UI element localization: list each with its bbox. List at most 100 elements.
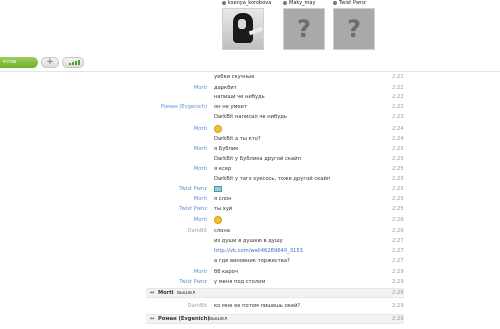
chat-message: Twist Pwnz 2:25 xyxy=(0,186,500,194)
message-text: DarkBit у Бублика другой скайп xyxy=(214,156,301,162)
unknown-avatar-icon: ? xyxy=(297,15,311,43)
message-time: 2:24 xyxy=(392,126,404,132)
avatar[interactable]: ? xyxy=(333,8,375,50)
status-icon xyxy=(283,0,287,5)
contact-name: Twist Pwnz xyxy=(333,0,393,7)
message-text: уебки скучные xyxy=(214,74,255,80)
signal-bars-icon xyxy=(78,60,80,65)
chat-message: Twist Pwnz у меня под столом 2:29 xyxy=(0,279,500,287)
event-action: вышел xyxy=(209,316,228,322)
leave-arrow-icon: ↔ xyxy=(150,290,155,296)
chat-message: напиши че нибудь 2:22 xyxy=(0,94,500,102)
message-text: я Бублик xyxy=(214,146,239,152)
event-time: 2:29 xyxy=(392,316,404,322)
message-sender[interactable]: Morti xyxy=(194,126,207,132)
message-text: ты хуй xyxy=(214,206,233,212)
message-text: я ксер xyxy=(214,166,232,172)
unknown-avatar-icon: ? xyxy=(347,15,361,43)
chat-message: Morti 2:26 xyxy=(0,216,500,225)
message-sender[interactable]: Morti xyxy=(194,196,207,202)
message-text: DarkBit а ты кто? xyxy=(214,136,261,142)
chat-message: из души в душею в душу 2:27 xyxy=(0,238,500,246)
call-quality-button[interactable] xyxy=(62,57,84,68)
chat-message: Morti я ксер 2:25 xyxy=(0,166,500,174)
chat-message: Morti бб кароч 2:29 xyxy=(0,269,500,277)
message-text: DarkBit у тагэ хуесось, тоже другой скай… xyxy=(214,176,331,182)
message-time: 2:26 xyxy=(392,217,404,223)
message-text: напиши че нибудь xyxy=(214,94,265,100)
message-time: 2:25 xyxy=(392,166,404,172)
chat-message: DarkBit а ты кто? 2:24 xyxy=(0,136,500,144)
message-time: 2:29 xyxy=(392,303,404,309)
message-time: 2:29 xyxy=(392,279,404,285)
message-time: 2:27 xyxy=(392,258,404,264)
message-sender[interactable]: Morti xyxy=(194,217,207,223)
divider xyxy=(0,71,500,72)
message-sender[interactable]: Twist Pwnz xyxy=(179,279,207,285)
message-text: он не умеет xyxy=(214,104,247,110)
message-link[interactable]: http://vk.com/wall46289640_3153 xyxy=(214,248,303,254)
signal-bars-icon xyxy=(72,62,74,65)
message-text: бб кароч xyxy=(214,269,238,275)
message-text: у меня под столом xyxy=(214,279,266,285)
message-time: 2:25 xyxy=(392,196,404,202)
message-sender[interactable]: Роман (Evgenich) xyxy=(161,104,207,110)
smile-emoji-icon xyxy=(214,125,222,133)
message-sender[interactable]: Morti xyxy=(194,146,207,152)
message-sender[interactable]: Twist Pwnz xyxy=(179,186,207,192)
chat-message: DarkBit у Бублика другой скайп 2:25 xyxy=(0,156,500,164)
signal-bars-icon xyxy=(75,61,77,65)
event-time: 2:29 xyxy=(392,290,404,296)
chat-message: DarkBit написал че нибудь 2:23 xyxy=(0,114,500,122)
chat-message: Morti я Бублик 2:25 xyxy=(0,146,500,154)
message-sender[interactable]: Morti xyxy=(194,85,207,91)
contact-name: ksenya_korobova xyxy=(222,0,282,7)
chat-message: DarkBit ко мне ее потом пишешь окей? 2:2… xyxy=(0,303,500,311)
message-text: ко мне ее потом пишешь окей? xyxy=(214,303,301,309)
message-time: 2:22 xyxy=(392,104,404,110)
message-time: 2:25 xyxy=(392,206,404,212)
message-time: 2:25 xyxy=(392,156,404,162)
chat-toolbar: ктов группо + xyxy=(0,56,500,76)
smile-emoji-icon xyxy=(214,216,222,224)
message-time: 2:26 xyxy=(392,228,404,234)
status-icon xyxy=(333,0,337,5)
message-time: 2:22 xyxy=(392,85,404,91)
message-time: 2:22 xyxy=(392,94,404,100)
chat-message: Morti 2:24 xyxy=(0,125,500,134)
message-time: 2:24 xyxy=(392,136,404,142)
chat-message: Morti я слон 2:25 xyxy=(0,196,500,204)
message-text: я слон xyxy=(214,196,232,202)
message-time: 2:23 xyxy=(392,114,404,120)
group-button[interactable]: ктов группо xyxy=(0,57,38,76)
chat-message: DarkBit слона 2:26 xyxy=(0,228,500,236)
message-time: 2:25 xyxy=(392,176,404,182)
message-sender[interactable]: DarkBit xyxy=(188,303,207,309)
event-action: вышел xyxy=(177,290,196,296)
chat-message: Morti даркбит 2:22 xyxy=(0,85,500,93)
chat-message: DarkBit у тагэ хуесось, тоже другой скай… xyxy=(0,176,500,184)
chat-message: Роман (Evgenich) он не умеет 2:22 xyxy=(0,104,500,112)
event-user[interactable]: Роман (Evgenich) xyxy=(158,316,210,322)
message-sender[interactable]: DarkBit xyxy=(188,228,207,234)
contacts-strip: ksenya_korobova Maky_may ? Twist Pwnz ? xyxy=(0,0,500,54)
chat-message: а где виновник торжества? 2:27 xyxy=(0,258,500,266)
system-event: ↔ Роман (Evgenich) вышел 2:29 xyxy=(146,314,404,324)
message-sender[interactable]: Morti xyxy=(194,166,207,172)
image-emoji-icon xyxy=(214,186,222,192)
message-time: 2:27 xyxy=(392,238,404,244)
message-sender[interactable]: Twist Pwnz xyxy=(179,206,207,212)
event-user[interactable]: Morti xyxy=(158,290,174,296)
message-text: DarkBit написал че нибудь xyxy=(214,114,287,120)
message-sender[interactable]: Morti xyxy=(194,269,207,275)
add-button[interactable]: + xyxy=(41,57,59,68)
message-time: 2:25 xyxy=(392,146,404,152)
chat-message: Twist Pwnz ты хуй 2:25 xyxy=(0,206,500,214)
avatar[interactable]: ? xyxy=(283,8,325,50)
message-time: 2:29 xyxy=(392,269,404,275)
signal-bars-icon xyxy=(69,63,71,65)
system-event: ↔ Morti вышел 2:29 xyxy=(146,288,404,298)
status-icon xyxy=(222,0,226,5)
message-time: 2:25 xyxy=(392,186,404,192)
avatar[interactable] xyxy=(222,8,264,50)
